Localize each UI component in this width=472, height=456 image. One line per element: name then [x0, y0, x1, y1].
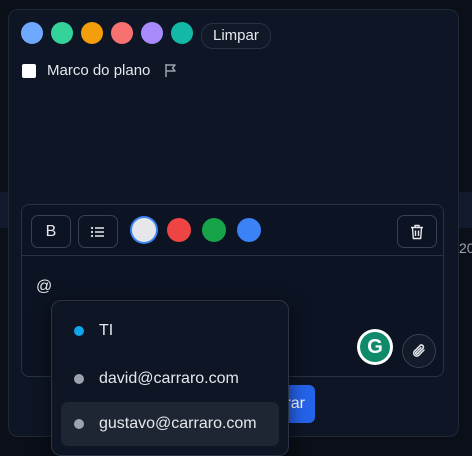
mention-option[interactable]: gustavo@carraro.com: [61, 402, 279, 446]
color-dot[interactable]: [171, 22, 193, 44]
text-color-swatch[interactable]: [167, 218, 191, 242]
clear-color-button[interactable]: Limpar: [201, 23, 271, 49]
mention-label: david@carraro.com: [99, 370, 239, 387]
mention-label: TI: [99, 322, 114, 339]
text-color-swatch[interactable]: [202, 218, 226, 242]
grammarly-icon[interactable]: G: [357, 329, 393, 365]
milestone-checkbox[interactable]: [22, 64, 36, 78]
mention-dot: [74, 419, 84, 429]
bold-button[interactable]: B: [31, 215, 71, 248]
editor-text[interactable]: @: [36, 278, 52, 296]
trash-icon: [411, 224, 423, 239]
grammarly-label: G: [360, 332, 390, 362]
text-color-swatch[interactable]: [237, 218, 261, 242]
paperclip-icon: [412, 344, 425, 357]
list-icon: [90, 226, 104, 237]
delete-button[interactable]: [397, 215, 437, 248]
flag-icon: [165, 64, 176, 77]
mention-label: gustavo@carraro.com: [99, 415, 257, 432]
color-dot[interactable]: [21, 22, 43, 44]
color-dot[interactable]: [51, 22, 73, 44]
color-dot[interactable]: [111, 22, 133, 44]
text-color-swatch[interactable]: [132, 218, 156, 242]
mention-dot: [74, 374, 84, 384]
bold-label: B: [45, 222, 57, 240]
bullet-list-button[interactable]: [78, 215, 118, 248]
mention-suggestions: TI david@carraro.com gustavo@carraro.com: [51, 300, 289, 456]
attach-button[interactable]: [402, 334, 436, 368]
mention-option[interactable]: david@carraro.com: [61, 357, 279, 401]
mention-option[interactable]: TI: [61, 309, 279, 353]
color-dot[interactable]: [81, 22, 103, 44]
background-date-fragment: 20: [459, 240, 472, 256]
color-dot[interactable]: [141, 22, 163, 44]
mention-dot: [74, 326, 84, 336]
milestone-label: Marco do plano: [47, 62, 151, 79]
editor-toolbar: B: [22, 205, 443, 256]
